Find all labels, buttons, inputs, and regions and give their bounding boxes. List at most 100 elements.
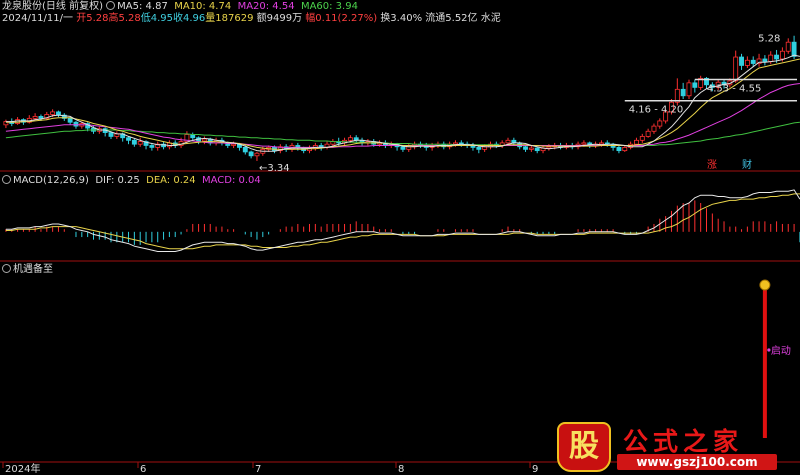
candle-body[interactable] — [254, 152, 260, 157]
watermark-url: www.gszj100.com — [617, 454, 777, 470]
indicator3-name[interactable]: 机遇备至 — [13, 264, 53, 275]
stock-name[interactable]: 龙泉股份 — [2, 1, 42, 12]
candle-body[interactable] — [779, 50, 785, 60]
candle-body[interactable] — [598, 142, 604, 145]
badge-left[interactable]: 涨 — [707, 159, 717, 171]
candle-body[interactable] — [785, 41, 791, 52]
x-tick-label: 9 — [532, 464, 538, 475]
candle-body[interactable] — [131, 139, 137, 145]
candle-body[interactable] — [639, 136, 645, 141]
candle-body[interactable] — [453, 142, 458, 145]
candle-body[interactable] — [680, 88, 686, 97]
candle-body[interactable] — [400, 146, 406, 150]
macd-name[interactable]: MACD(12,26,9) — [13, 175, 89, 186]
candle-body[interactable] — [733, 56, 739, 82]
candle-body[interactable] — [38, 116, 44, 119]
candle-body[interactable] — [744, 59, 750, 66]
dea-line — [5, 193, 800, 250]
candle-body[interactable] — [67, 117, 73, 123]
candle-body[interactable] — [476, 147, 482, 150]
macd-header: MACD(12,26,9) DIF: 0.25 DEA: 0.24 MACD: … — [2, 175, 261, 187]
turnover-label: 换3.40% — [380, 13, 423, 24]
high-price-marker: 5.28 — [758, 34, 780, 45]
candle-body[interactable] — [231, 143, 237, 146]
candle-body[interactable] — [616, 147, 622, 152]
candle-body[interactable] — [546, 146, 552, 149]
candle-body[interactable] — [762, 58, 768, 62]
candle-body[interactable] — [645, 130, 651, 137]
ma5-label: MA5: 4.87 — [117, 1, 168, 12]
candle-body[interactable] — [657, 120, 663, 127]
watermark-title: 公式之家 — [623, 427, 744, 456]
signal-bar[interactable] — [762, 290, 767, 438]
macd-value-label: MACD: 0.04 — [201, 175, 261, 186]
volume-label: 量187629 — [205, 13, 254, 24]
price-annotations: 5.28 ←3.34 4.53 - 4.55 4.16 - 4.20 涨 财 — [259, 34, 797, 174]
candle-body[interactable] — [739, 56, 744, 66]
float-label: 流通5.52亿 — [425, 13, 478, 24]
candle-body[interactable] — [622, 147, 628, 152]
dif-label: DIF: 0.25 — [95, 175, 140, 186]
indicator3-header: 机遇备至 — [2, 264, 53, 276]
change-label: 幅0.11(2.27%) — [305, 13, 378, 24]
x-axis: 2024年 6 7 8 9 — [2, 462, 538, 475]
candle-body[interactable] — [692, 82, 698, 88]
candle-body[interactable] — [248, 151, 254, 157]
signal-panel[interactable]: 启动 — [759, 279, 791, 438]
zone-upper-label: 4.53 - 4.55 — [707, 84, 762, 95]
settings-circle-icon[interactable] — [106, 1, 116, 10]
date-label: 2024/11/11/一 — [2, 13, 74, 24]
ma60-label: MA60: 3.94 — [300, 1, 358, 12]
ma10-label: MA10: 4.74 — [174, 1, 232, 12]
indicator3-settings-circle-icon[interactable] — [2, 264, 11, 273]
dea-label: DEA: 0.24 — [146, 175, 196, 186]
candle-body[interactable] — [768, 54, 774, 62]
x-tick-label: 2024年 — [5, 462, 40, 475]
macd-panel[interactable] — [5, 189, 800, 252]
candle-body[interactable] — [523, 146, 528, 150]
stock-chart: 5.28 ←3.34 4.53 - 4.55 4.16 - 4.20 涨 财 启动 202… — [0, 34, 800, 475]
zone-lower-label: 4.16 - 4.20 — [629, 105, 684, 116]
money-bag-icon — [759, 279, 771, 291]
x-tick-label: 6 — [140, 464, 146, 475]
ma20-label: MA20: 4.54 — [237, 1, 295, 12]
macd-settings-circle-icon[interactable] — [2, 175, 11, 184]
panel-separators — [0, 170, 800, 463]
candle-body[interactable] — [505, 139, 511, 144]
open-label: 开5.28 — [76, 13, 109, 24]
amount-label: 额9499万 — [256, 13, 303, 24]
price-header-row2: 2024/11/11/一 开5.28高5.28低4.95收4.96量187629… — [2, 13, 501, 25]
x-tick-label: 8 — [398, 464, 404, 475]
candle-body[interactable] — [73, 121, 79, 127]
candle-body[interactable] — [347, 137, 353, 141]
candle-body[interactable] — [201, 138, 207, 142]
candle-body[interactable] — [108, 132, 114, 137]
candle-body[interactable] — [750, 59, 756, 64]
badge-right[interactable]: 财 — [742, 158, 752, 171]
candle-body[interactable] — [149, 145, 155, 148]
watermark: 股 公式之家 www.gszj100.com — [557, 422, 779, 472]
close-label: 收4.96 — [173, 13, 206, 24]
price-header-row1: 龙泉股份(日线 前复权) MA5: 4.87 MA10: 4.74 MA20: … — [2, 1, 358, 13]
candle-body[interactable] — [651, 125, 657, 132]
dif-line — [5, 189, 800, 252]
candle-body[interactable] — [791, 41, 797, 57]
low-label: 低4.95 — [140, 13, 173, 24]
period-label[interactable]: (日线 前复权) — [42, 1, 103, 12]
candle-body[interactable] — [137, 141, 143, 145]
candle-body[interactable] — [32, 116, 38, 119]
candle-body[interactable] — [634, 139, 639, 145]
sector-label[interactable]: 水泥 — [481, 13, 501, 24]
low-price-marker: ←3.34 — [259, 163, 290, 174]
candle-body[interactable] — [686, 82, 692, 97]
candlestick-series[interactable] — [3, 35, 797, 161]
candle-body[interactable] — [242, 147, 248, 153]
candle-body[interactable] — [126, 137, 131, 141]
signal-label: 启动 — [771, 344, 791, 357]
candle-body[interactable] — [774, 54, 780, 60]
candle-body[interactable] — [50, 111, 56, 115]
high-label: 高5.28 — [108, 13, 141, 24]
candle-body[interactable] — [534, 147, 540, 152]
candle-body[interactable] — [581, 142, 587, 145]
candle-body[interactable] — [528, 147, 534, 150]
